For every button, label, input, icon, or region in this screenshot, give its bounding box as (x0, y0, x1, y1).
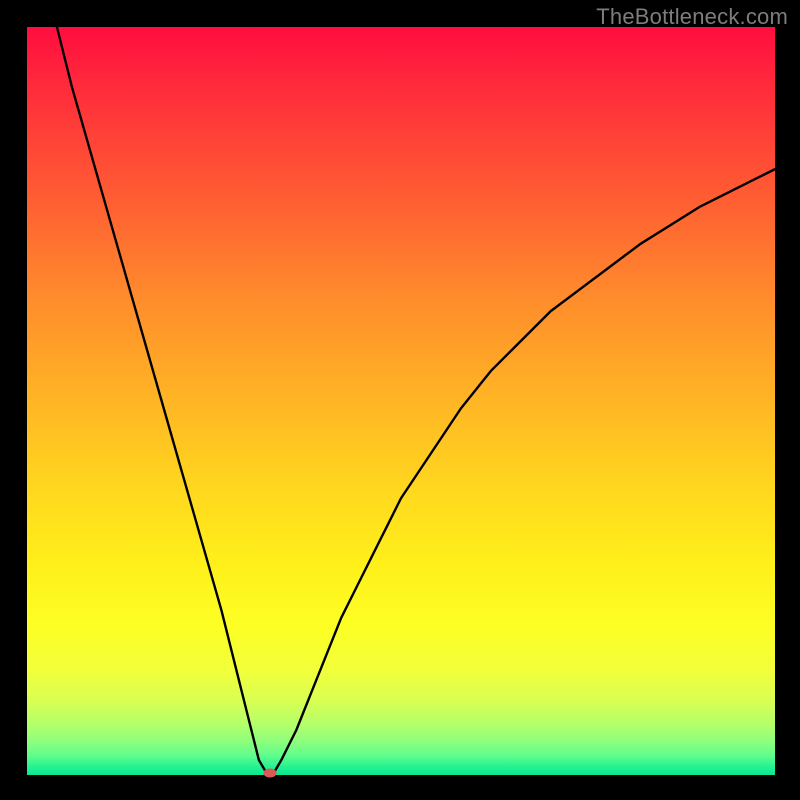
watermark-text: TheBottleneck.com (596, 4, 788, 30)
minimum-marker (264, 768, 277, 777)
plot-area (27, 27, 775, 775)
bottleneck-curve (27, 27, 775, 775)
chart-frame: TheBottleneck.com (0, 0, 800, 800)
